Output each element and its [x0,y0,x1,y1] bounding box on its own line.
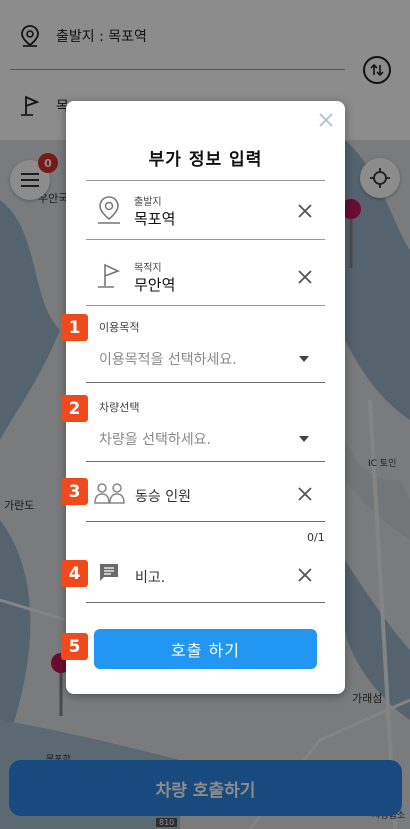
dialog-title: 부가 정보 입력 [148,150,263,170]
people-icon [94,482,126,508]
clear-note-button[interactable] [297,567,313,583]
submit-call-button[interactable]: 호출 하기 [94,629,317,669]
origin-field[interactable]: 출발지 목포역 [86,181,325,240]
vehicle-placeholder: 차량을 선택하세요. [99,432,211,448]
destination-label: 목적지 [134,263,162,274]
origin-label: 출발지 [134,197,162,208]
extra-info-dialog: 부가 정보 입력 출발지 목포역 목적지 무안역 이용목적 이용목적을 선택하세… [66,101,345,694]
companions-counter: 0/1 [307,531,325,544]
dropdown-arrow-icon [299,436,309,442]
vehicle-label: 차량선택 [99,401,140,414]
companions-input[interactable]: 동승 인원 [86,472,325,522]
flag-icon [96,261,124,295]
dropdown-arrow-icon [299,356,309,362]
origin-value: 목포역 [134,210,176,228]
step-badge-3: 3 [61,478,88,505]
location-pin-icon [96,195,122,229]
clear-origin-button[interactable] [297,203,313,219]
step-badge-5: 5 [61,633,88,660]
purpose-label: 이용목적 [99,321,140,334]
purpose-placeholder: 이용목적을 선택하세요. [99,352,237,368]
close-icon [298,487,312,501]
comment-icon [98,563,120,587]
step-badge-4: 4 [61,560,88,587]
step-badge-1: 1 [61,314,88,341]
clear-companions-button[interactable] [297,486,313,502]
companions-label: 동승 인원 [135,489,191,505]
close-icon [298,204,312,218]
close-dialog-button[interactable] [317,111,335,129]
destination-field[interactable]: 목적지 무안역 [86,247,325,306]
purpose-select[interactable]: 이용목적 이용목적을 선택하세요. [86,312,325,383]
note-label: 비고. [135,570,166,586]
clear-destination-button[interactable] [297,269,313,285]
close-icon [298,568,312,582]
step-badge-2: 2 [61,395,88,422]
close-icon [319,113,333,127]
close-icon [298,270,312,284]
note-input[interactable]: 비고. [86,553,325,603]
vehicle-select[interactable]: 차량선택 차량을 선택하세요. [86,392,325,462]
destination-value: 무안역 [134,276,176,294]
